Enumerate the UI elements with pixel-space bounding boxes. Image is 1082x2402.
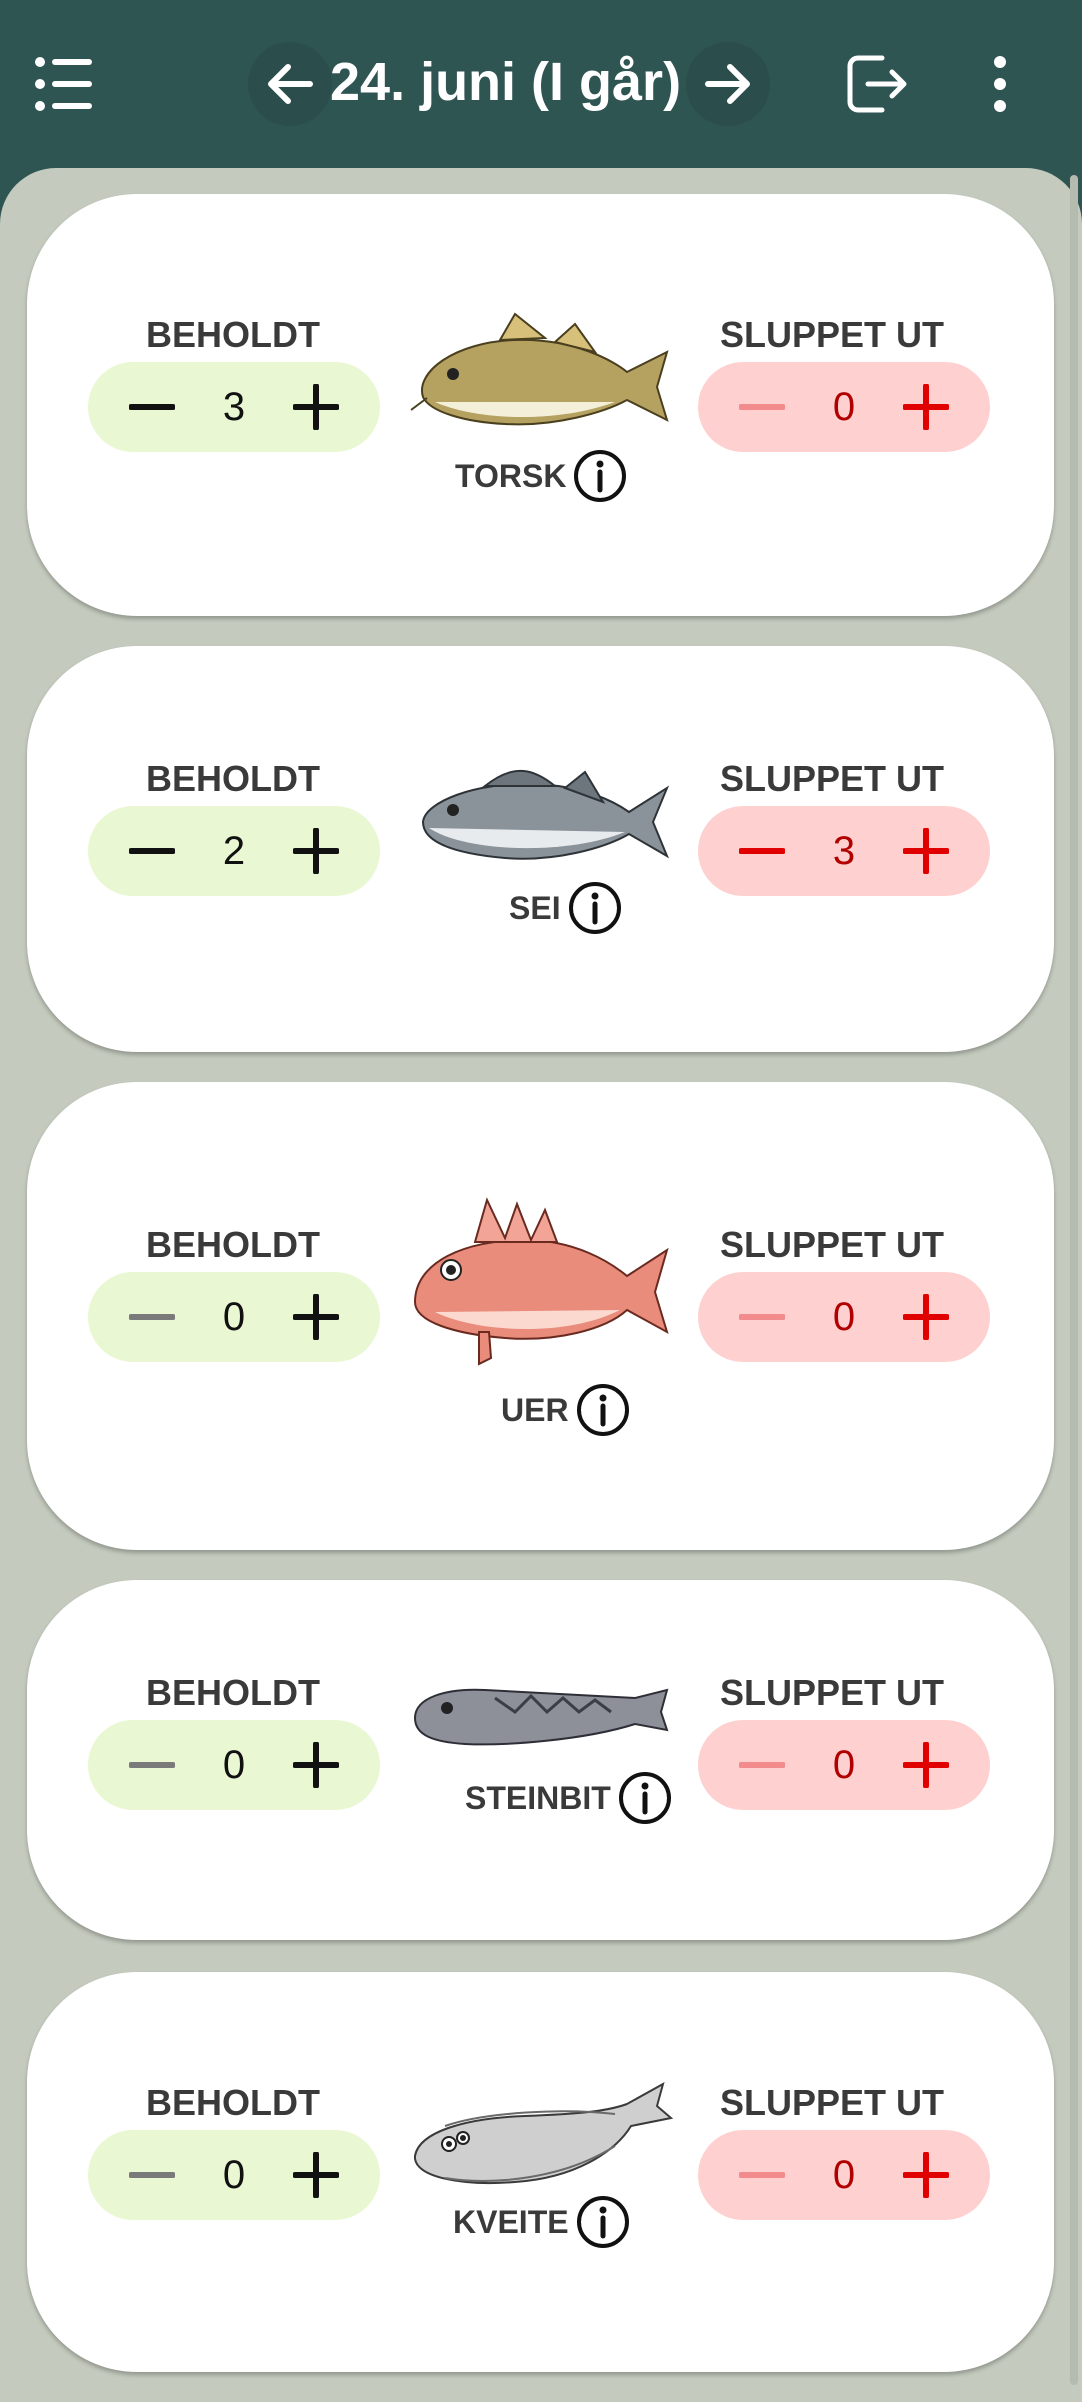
minus-icon[interactable] — [736, 1739, 788, 1791]
species-card-sei: BEHOLDT SLUPPET UT 2 SEI 3 — [27, 646, 1054, 1052]
released-counter: 0 — [698, 362, 990, 452]
released-label: SLUPPET UT — [719, 1224, 944, 1265]
list-menu-icon[interactable] — [32, 52, 96, 116]
uer-fish-image — [405, 1192, 675, 1372]
plus-icon[interactable] — [290, 1739, 342, 1791]
released-label: SLUPPET UT — [719, 758, 944, 799]
kept-counter: 3 — [88, 362, 380, 452]
released-count: 3 — [832, 828, 856, 873]
more-vertical-icon[interactable] — [980, 52, 1020, 116]
minus-icon[interactable] — [736, 381, 788, 433]
species-card-uer: BEHOLDT SLUPPET UT 0 UER 0 — [27, 1082, 1054, 1550]
arrow-left-icon — [268, 64, 313, 104]
released-counter: 0 — [698, 1272, 990, 1362]
plus-icon[interactable] — [290, 381, 342, 433]
torsk-fish-image — [405, 302, 675, 442]
info-icon[interactable] — [572, 448, 628, 504]
released-count: 0 — [832, 1742, 856, 1787]
species-label: UER — [501, 1391, 569, 1428]
minus-icon[interactable] — [736, 825, 788, 877]
plus-icon[interactable] — [900, 381, 952, 433]
minus-icon[interactable] — [126, 1739, 178, 1791]
minus-icon[interactable] — [126, 1291, 178, 1343]
released-count: 0 — [832, 384, 856, 429]
next-day-button[interactable] — [686, 42, 770, 126]
kept-count: 3 — [222, 384, 246, 429]
plus-icon[interactable] — [900, 825, 952, 877]
released-count: 0 — [832, 1294, 856, 1339]
arrow-right-icon — [705, 64, 750, 104]
released-label: SLUPPET UT — [719, 2082, 944, 2123]
kept-count: 0 — [222, 2152, 246, 2197]
kept-counter: 0 — [88, 1272, 380, 1362]
plus-icon[interactable] — [290, 2149, 342, 2201]
species-card-steinbit: BEHOLDT SLUPPET UT 0 STEINBIT 0 — [27, 1580, 1054, 1940]
plus-icon[interactable] — [900, 1291, 952, 1343]
minus-icon[interactable] — [736, 2149, 788, 2201]
kept-counter: 2 — [88, 806, 380, 896]
kept-label: BEHOLDT — [146, 2082, 320, 2123]
minus-icon[interactable] — [736, 1291, 788, 1343]
kept-counter: 0 — [88, 1720, 380, 1810]
info-icon[interactable] — [567, 880, 623, 936]
species-name[interactable]: STEINBIT — [465, 1770, 673, 1826]
species-label: SEI — [509, 889, 561, 926]
steinbit-fish-image — [405, 1678, 675, 1758]
plus-icon[interactable] — [290, 1291, 342, 1343]
released-label: SLUPPET UT — [719, 314, 944, 355]
species-name[interactable]: KVEITE — [453, 2194, 631, 2250]
logout-icon[interactable] — [838, 46, 914, 122]
species-name[interactable]: TORSK — [455, 448, 628, 504]
species-name[interactable]: SEI — [509, 880, 623, 936]
kept-counter: 0 — [88, 2130, 380, 2220]
date-title[interactable]: 24. juni (I går) — [330, 46, 690, 118]
scrollbar[interactable] — [1070, 175, 1078, 2385]
info-icon[interactable] — [575, 2194, 631, 2250]
species-card-kveite: BEHOLDT SLUPPET UT 0 KVEITE 0 — [27, 1972, 1054, 2372]
kept-count: 0 — [222, 1742, 246, 1787]
species-label: TORSK — [455, 457, 567, 494]
minus-icon[interactable] — [126, 825, 178, 877]
kept-label: BEHOLDT — [146, 1672, 320, 1713]
species-label: KVEITE — [453, 2203, 569, 2240]
kept-label: BEHOLDT — [146, 758, 320, 799]
kept-count: 2 — [222, 828, 246, 873]
kept-label: BEHOLDT — [146, 314, 320, 355]
info-icon[interactable] — [617, 1770, 673, 1826]
info-icon[interactable] — [575, 1382, 631, 1438]
sei-fish-image — [405, 752, 675, 882]
species-label: STEINBIT — [465, 1779, 611, 1816]
species-card-torsk: BEHOLDT SLUPPET UT 3 TORSK 0 — [27, 194, 1054, 616]
released-label: SLUPPET UT — [719, 1672, 944, 1713]
kept-count: 0 — [222, 1294, 246, 1339]
released-counter: 0 — [698, 1720, 990, 1810]
released-counter: 0 — [698, 2130, 990, 2220]
plus-icon[interactable] — [900, 2149, 952, 2201]
released-counter: 3 — [698, 806, 990, 896]
kveite-fish-image — [405, 2081, 675, 2202]
plus-icon[interactable] — [290, 825, 342, 877]
prev-day-button[interactable] — [248, 42, 332, 126]
kept-label: BEHOLDT — [146, 1224, 320, 1265]
minus-icon[interactable] — [126, 381, 178, 433]
released-count: 0 — [832, 2152, 856, 2197]
species-name[interactable]: UER — [501, 1382, 631, 1438]
minus-icon[interactable] — [126, 2149, 178, 2201]
top-app-bar: 24. juni (I går) — [0, 0, 1082, 170]
plus-icon[interactable] — [900, 1739, 952, 1791]
